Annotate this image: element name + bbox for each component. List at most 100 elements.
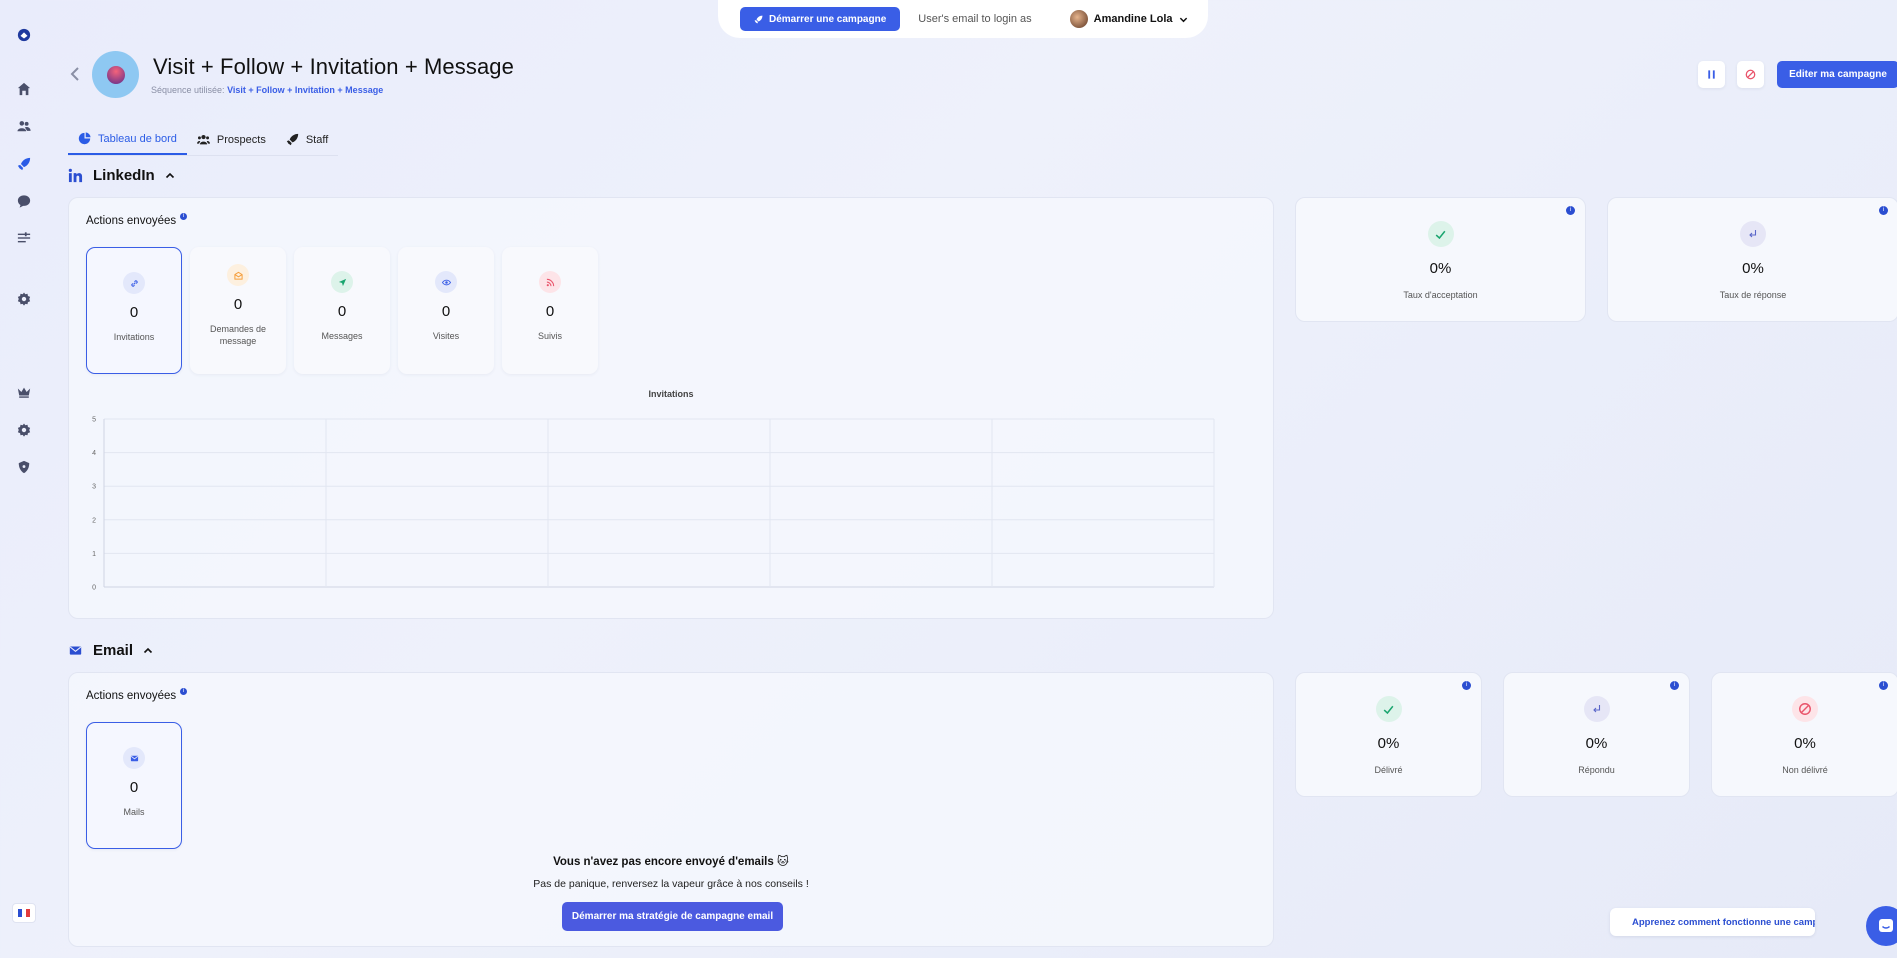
tabs: Tableau de bord Prospects Staff [68, 124, 339, 156]
rate-label: Délivré [1374, 765, 1403, 775]
eye-icon [435, 271, 457, 293]
link-icon [123, 272, 145, 294]
rate-value: 0% [1794, 735, 1816, 752]
stat-visits[interactable]: 0 Visites [398, 247, 494, 374]
rate-label: Taux d'acceptation [1403, 290, 1478, 300]
chat-icon [1879, 919, 1893, 932]
tab-staff-label: Staff [305, 133, 329, 146]
linkedin-section-toggle[interactable]: LinkedIn [68, 167, 175, 184]
stat-value: 0 [441, 303, 451, 320]
info-icon[interactable]: i [180, 687, 188, 695]
y-tick-label: 0 [92, 585, 96, 592]
actions-title-text: Actions envoyées [86, 215, 177, 227]
users-icon[interactable] [15, 117, 33, 135]
stat-mails[interactable]: 0 Mails [86, 722, 182, 849]
login-as-label: User's email to login as [918, 13, 1032, 25]
tab-prospects[interactable]: Prospects [187, 124, 276, 155]
stat-message-requests[interactable]: 0 Demandes de message [190, 247, 286, 374]
pause-button[interactable] [1698, 61, 1725, 88]
info-icon[interactable]: i [1462, 681, 1471, 690]
crown-icon[interactable] [15, 383, 33, 401]
start-campaign-button[interactable]: Démarrer une campagne [740, 7, 901, 31]
help-campaign-link[interactable]: Apprenez comment fonctionne une campagne… [1610, 908, 1815, 936]
sequence-info: Séquence utilisée: Visit + Follow + Invi… [151, 85, 383, 95]
chart-title: Invitations [648, 389, 694, 399]
stat-label: Invitations [113, 332, 155, 342]
settings-icon[interactable] [15, 290, 33, 308]
sequence-prefix: Séquence utilisée: [151, 85, 225, 95]
pie-chart-icon [78, 132, 91, 145]
tab-staff[interactable]: Staff [276, 124, 338, 155]
info-icon[interactable]: i [1879, 206, 1888, 215]
empty-state-title: Vous n'avez pas encore envoyé d'emails 🐱 [553, 856, 789, 868]
reply-icon [1740, 221, 1766, 247]
users-icon [196, 134, 210, 145]
stat-label: Demandes de message [209, 324, 267, 346]
page-title: Visit + Follow + Invitation + Message [153, 54, 514, 79]
tab-dashboard[interactable]: Tableau de bord [68, 124, 187, 155]
chart-svg: 0 1 2 3 4 5 [92, 417, 1215, 592]
chevron-up-icon [165, 172, 174, 178]
sliders-icon[interactable] [15, 229, 33, 247]
y-tick-label: 4 [92, 450, 96, 457]
rocket-icon [754, 15, 763, 23]
language-flag-icon[interactable] [12, 903, 36, 923]
chevron-down-icon [1179, 17, 1187, 22]
info-icon[interactable]: i [180, 212, 188, 220]
stat-follows[interactable]: 0 Suivis [502, 247, 598, 374]
y-tick-label: 5 [92, 417, 96, 424]
ban-icon [1792, 696, 1818, 722]
actions-title-text: Actions envoyées [86, 690, 177, 702]
chat-icon[interactable] [15, 192, 33, 210]
campaign-avatar [92, 51, 139, 98]
actions-title: Actions envoyées i [86, 687, 188, 702]
start-email-strategy-button[interactable]: Démarrer ma stratégie de campagne email [562, 902, 783, 931]
info-icon[interactable]: i [1670, 681, 1679, 690]
home-icon[interactable] [15, 80, 33, 98]
email-section-label: Email [93, 642, 134, 659]
linkedin-section-label: LinkedIn [93, 167, 155, 184]
avatar [1069, 10, 1088, 28]
rate-value: 0% [1429, 260, 1452, 277]
stat-label: Visites [432, 331, 460, 341]
start-campaign-label: Démarrer une campagne [769, 13, 887, 25]
stat-value: 0 [337, 303, 347, 320]
info-icon[interactable]: i [1879, 681, 1888, 690]
stat-value: 0 [129, 304, 139, 321]
stat-label: Messages [321, 331, 363, 341]
linkedin-icon [68, 168, 83, 183]
linkedin-actions-panel: Actions envoyées i 0 Invitations 0 Deman… [68, 197, 1274, 619]
rate-label: Répondu [1578, 765, 1615, 775]
admin-settings-icon[interactable] [15, 421, 33, 439]
delivered-rate-card: i 0% Délivré [1295, 672, 1482, 797]
tab-prospects-label: Prospects [216, 133, 266, 146]
sequence-name[interactable]: Visit + Follow + Invitation + Message [227, 85, 383, 95]
invitations-chart: 0 1 2 3 4 5 [84, 413, 1229, 603]
sidebar [0, 0, 48, 958]
chevron-up-icon [143, 647, 153, 653]
back-button[interactable] [68, 64, 82, 84]
shield-icon[interactable] [15, 458, 33, 476]
rate-value: 0% [1742, 260, 1764, 277]
stat-messages[interactable]: 0 Messages [294, 247, 390, 374]
y-tick-label: 3 [92, 484, 96, 491]
stop-button[interactable] [1737, 61, 1764, 88]
edit-campaign-button[interactable]: Editer ma campagne [1777, 61, 1897, 88]
not-delivered-rate-card: i 0% Non délivré [1711, 672, 1897, 797]
chat-widget-button[interactable] [1866, 906, 1897, 946]
stat-label: Mails [123, 807, 145, 817]
stat-invitations[interactable]: 0 Invitations [86, 247, 182, 374]
user-name: Amandine Lola [1093, 13, 1173, 25]
rocket-icon[interactable] [15, 155, 33, 173]
user-menu[interactable]: Amandine Lola [1069, 10, 1188, 28]
check-icon [1427, 221, 1454, 247]
response-rate-card: i 0% Taux de réponse [1607, 197, 1897, 322]
stat-value: 0 [233, 296, 243, 313]
email-section-toggle[interactable]: Email [68, 642, 153, 659]
empty-state-text: Pas de panique, renversez la vapeur grâc… [533, 878, 809, 890]
rate-label: Taux de réponse [1719, 290, 1787, 300]
logo-icon[interactable] [15, 26, 33, 44]
ban-icon [1745, 69, 1756, 80]
send-icon [331, 271, 353, 293]
info-icon[interactable]: i [1566, 206, 1575, 215]
